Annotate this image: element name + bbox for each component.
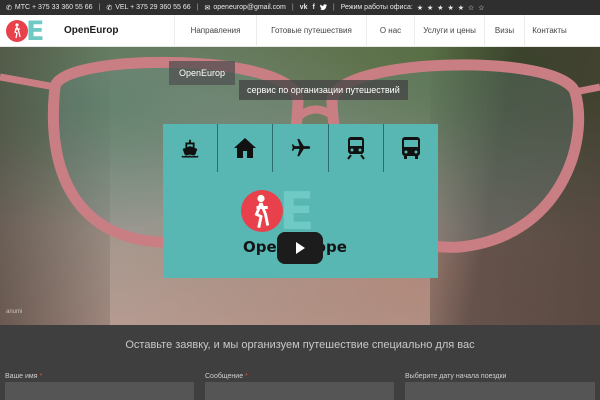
- date-input[interactable]: [405, 382, 595, 400]
- nav-visas[interactable]: Визы: [484, 14, 524, 47]
- name-input[interactable]: [5, 382, 194, 400]
- play-button[interactable]: [277, 232, 323, 264]
- phone-mts[interactable]: ✆ МТС + 375 33 360 55 66: [6, 4, 93, 12]
- facebook-icon[interactable]: f: [312, 4, 314, 12]
- logo-mark: E: [4, 17, 56, 45]
- phone-vel[interactable]: ✆ VEL + 375 29 360 55 66: [106, 4, 190, 12]
- vk-icon[interactable]: vk: [300, 4, 308, 12]
- nav-contacts[interactable]: Контакты: [524, 14, 574, 47]
- nav-services-prices[interactable]: Услуги и цены: [414, 14, 484, 47]
- transport-icons: [163, 124, 438, 172]
- name-label: Ваше имя *: [5, 373, 43, 380]
- envelope-icon: ✉: [204, 4, 211, 12]
- site-logo[interactable]: E OpenEurop: [4, 17, 174, 45]
- plane-icon: [273, 124, 329, 172]
- nav-ready-tours[interactable]: Готовые путешествия: [256, 14, 366, 47]
- rating-stars: ★ ★ ★ ★ ★ ☆ ☆: [416, 4, 486, 12]
- date-label: Выберите дату начала поездки: [405, 373, 507, 380]
- message-input[interactable]: [205, 382, 394, 400]
- nav-about[interactable]: О нас: [366, 14, 414, 47]
- main-nav: Направления Готовые путешествия О нас Ус…: [174, 14, 574, 47]
- tagline-pill: сервис по организации путешествий: [239, 80, 408, 100]
- ship-icon: [163, 124, 219, 172]
- phone-icon: ✆: [6, 4, 12, 12]
- house-icon: [218, 124, 274, 172]
- train-icon: [329, 124, 384, 172]
- nav-destinations[interactable]: Направления: [174, 14, 256, 47]
- site-header: E OpenEurop Направления Готовые путешест…: [0, 14, 600, 47]
- top-contact-bar: ✆ МТС + 375 33 360 55 66 | ✆ VEL + 375 2…: [0, 0, 600, 15]
- bus-icon: [384, 124, 438, 172]
- phone-icon: ✆: [106, 4, 113, 12]
- runner-icon: [254, 194, 270, 229]
- email-link[interactable]: ✉ openeurop@gmail.com: [205, 4, 286, 12]
- request-form-section: Оставьте заявку, и мы организуем путешес…: [0, 325, 600, 400]
- play-icon: [296, 242, 305, 254]
- logo-text: OpenEurop: [64, 25, 119, 36]
- twitter-icon[interactable]: [319, 3, 327, 12]
- brand-pill: OpenEurop: [169, 61, 236, 85]
- runner-icon: [14, 22, 21, 38]
- social-links: vk f: [300, 4, 327, 12]
- watermark: anumi: [6, 309, 23, 315]
- form-title: Оставьте заявку, и мы организуем путешес…: [125, 339, 475, 351]
- promo-video[interactable]: E OpenEurope: [163, 124, 438, 278]
- office-hours-label: Режим работы офиса:: [340, 4, 413, 11]
- message-label: Сообщение *: [205, 373, 248, 380]
